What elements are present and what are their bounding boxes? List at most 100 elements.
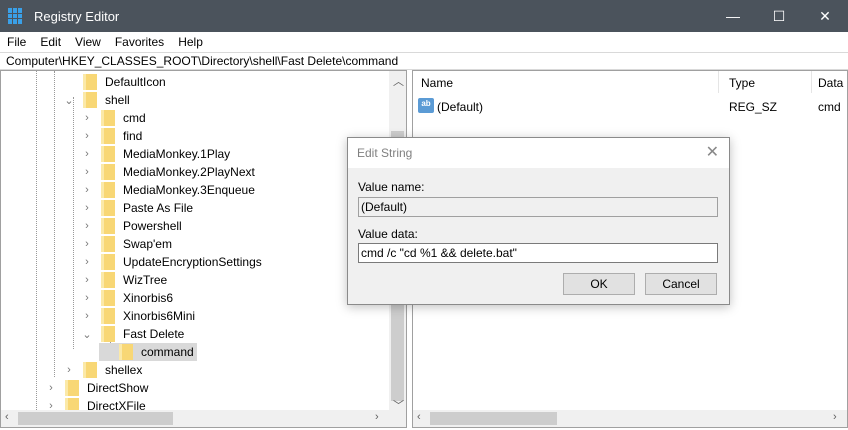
tree-item-label: Fast Delete bbox=[123, 327, 185, 341]
chevron-right-icon[interactable]: › bbox=[81, 220, 93, 232]
scroll-left-icon[interactable]: ‹ bbox=[5, 411, 9, 423]
registry-editor-icon bbox=[8, 8, 24, 24]
chevron-right-icon[interactable]: › bbox=[81, 292, 93, 304]
chevron-down-icon[interactable]: ⌄ bbox=[63, 94, 75, 107]
column-header-data[interactable]: Data bbox=[818, 76, 843, 90]
chevron-right-icon[interactable]: › bbox=[81, 310, 93, 322]
chevron-right-icon[interactable]: › bbox=[45, 382, 57, 394]
tree-item-label: MediaMonkey.1Play bbox=[123, 147, 231, 161]
folder-icon bbox=[101, 290, 115, 306]
tree-item[interactable]: DefaultIcon bbox=[63, 73, 169, 91]
close-button[interactable]: ✕ bbox=[802, 0, 848, 32]
tree-item[interactable]: › Xinorbis6 bbox=[81, 289, 176, 307]
tree-item-label: shellex bbox=[105, 363, 143, 377]
value-name: (Default) bbox=[437, 100, 484, 114]
tree-item-label: MediaMonkey.3Enqueue bbox=[123, 183, 255, 197]
folder-icon bbox=[83, 74, 97, 90]
folder-icon bbox=[101, 326, 115, 342]
list-horizontal-scrollbar[interactable]: ‹ › bbox=[413, 410, 847, 427]
edit-string-dialog: Edit String ✕ Value name: (Default) Valu… bbox=[347, 137, 730, 305]
folder-icon bbox=[101, 308, 115, 324]
chevron-right-icon[interactable]: › bbox=[81, 148, 93, 160]
tree-item[interactable]: › MediaMonkey.3Enqueue bbox=[81, 181, 258, 199]
folder-icon bbox=[101, 200, 115, 216]
tree-item[interactable]: › Swap'em bbox=[81, 235, 175, 253]
tree-item-label: MediaMonkey.2PlayNext bbox=[123, 165, 255, 179]
tree-item[interactable]: › MediaMonkey.1Play bbox=[81, 145, 233, 163]
chevron-down-icon[interactable]: ⌄ bbox=[81, 328, 93, 341]
tree-guide-line bbox=[73, 97, 74, 349]
tree-item-label: DirectShow bbox=[87, 381, 149, 395]
tree-item-label: find bbox=[123, 129, 143, 143]
title-bar: Registry Editor — ☐ ✕ bbox=[0, 0, 848, 32]
dialog-title: Edit String bbox=[357, 146, 413, 160]
cancel-button[interactable]: Cancel bbox=[645, 273, 717, 295]
scroll-up-icon[interactable]: ︿ bbox=[393, 73, 404, 89]
menu-view[interactable]: View bbox=[68, 35, 108, 49]
menu-bar: File Edit View Favorites Help bbox=[0, 32, 848, 52]
menu-edit[interactable]: Edit bbox=[33, 35, 68, 49]
value-data-label: Value data: bbox=[358, 227, 418, 241]
chevron-right-icon[interactable]: › bbox=[81, 166, 93, 178]
minimize-button[interactable]: — bbox=[710, 0, 756, 32]
maximize-button[interactable]: ☐ bbox=[756, 0, 802, 32]
tree-item-label: Swap'em bbox=[123, 237, 172, 251]
tree-item[interactable]: ⌄ shell bbox=[63, 91, 133, 109]
tree-item[interactable]: › Paste As File bbox=[81, 199, 196, 217]
tree-item[interactable]: › MediaMonkey.2PlayNext bbox=[81, 163, 258, 181]
tree-item-label: UpdateEncryptionSettings bbox=[123, 255, 262, 269]
chevron-right-icon[interactable]: › bbox=[81, 202, 93, 214]
tree-item-label: WizTree bbox=[123, 273, 168, 287]
chevron-right-icon[interactable]: › bbox=[63, 364, 75, 376]
folder-icon bbox=[101, 128, 115, 144]
value-data: cmd bbox=[818, 100, 841, 114]
column-header-name[interactable]: Name bbox=[421, 76, 453, 90]
tree-guide-line bbox=[54, 71, 55, 377]
tree-item[interactable]: command bbox=[99, 343, 197, 361]
ok-button[interactable]: OK bbox=[563, 273, 635, 295]
window-title: Registry Editor bbox=[34, 8, 120, 24]
scroll-thumb[interactable] bbox=[18, 412, 173, 425]
folder-icon bbox=[101, 236, 115, 252]
tree-guide-line bbox=[36, 71, 37, 412]
string-value-icon: ab bbox=[418, 98, 434, 113]
dialog-close-icon[interactable]: ✕ bbox=[706, 138, 719, 168]
tree-item-label: shell bbox=[105, 93, 130, 107]
value-name-field: (Default) bbox=[358, 197, 718, 217]
value-data-input[interactable]: cmd /c "cd %1 && delete.bat" bbox=[358, 243, 718, 263]
tree-item[interactable]: › find bbox=[81, 127, 145, 145]
scroll-right-icon[interactable]: › bbox=[833, 411, 837, 423]
tree-item[interactable]: › Xinorbis6Mini bbox=[81, 307, 198, 325]
tree-item[interactable]: ⌄ Fast Delete bbox=[81, 325, 187, 343]
chevron-right-icon[interactable]: › bbox=[81, 238, 93, 250]
tree-item-label: Paste As File bbox=[123, 201, 194, 215]
chevron-right-icon[interactable]: › bbox=[81, 274, 93, 286]
tree-item[interactable]: › cmd bbox=[81, 109, 149, 127]
menu-favorites[interactable]: Favorites bbox=[108, 35, 171, 49]
tree-horizontal-scrollbar[interactable]: ‹ › bbox=[1, 410, 406, 427]
tree-item-label: cmd bbox=[123, 111, 146, 125]
menu-file[interactable]: File bbox=[0, 35, 33, 49]
folder-icon bbox=[101, 182, 115, 198]
tree-item[interactable]: › DirectShow bbox=[45, 379, 151, 397]
tree-item-label: Xinorbis6 bbox=[123, 291, 174, 305]
tree-item[interactable]: › Powershell bbox=[81, 217, 185, 235]
folder-icon bbox=[65, 380, 79, 396]
column-header-type[interactable]: Type bbox=[729, 76, 755, 90]
chevron-right-icon[interactable]: › bbox=[81, 130, 93, 142]
tree-item[interactable]: › WizTree bbox=[81, 271, 170, 289]
column-separator[interactable] bbox=[718, 71, 719, 93]
address-bar[interactable]: Computer\HKEY_CLASSES_ROOT\Directory\she… bbox=[0, 52, 848, 70]
tree-item-label: Xinorbis6Mini bbox=[123, 309, 196, 323]
scroll-right-icon[interactable]: › bbox=[375, 411, 379, 423]
column-separator[interactable] bbox=[811, 71, 812, 93]
tree-item[interactable]: › UpdateEncryptionSettings bbox=[81, 253, 265, 271]
menu-help[interactable]: Help bbox=[171, 35, 210, 49]
folder-icon bbox=[101, 218, 115, 234]
scroll-left-icon[interactable]: ‹ bbox=[417, 411, 421, 423]
chevron-right-icon[interactable]: › bbox=[81, 184, 93, 196]
tree-item[interactable]: › shellex bbox=[63, 361, 145, 379]
chevron-right-icon[interactable]: › bbox=[81, 112, 93, 124]
chevron-right-icon[interactable]: › bbox=[81, 256, 93, 268]
scroll-thumb[interactable] bbox=[430, 412, 557, 425]
